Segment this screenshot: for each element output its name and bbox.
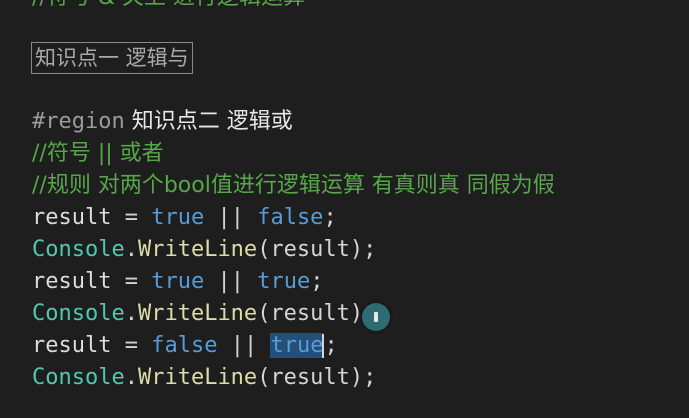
identifier: result bbox=[32, 333, 112, 358]
code-line-6: Console.WriteLine(result); bbox=[32, 362, 376, 394]
operator: = bbox=[111, 205, 152, 230]
class-name: Console bbox=[32, 301, 125, 326]
collapsed-region[interactable]: 知识点一 逻辑与 bbox=[31, 42, 193, 74]
identifier: result bbox=[32, 269, 112, 294]
operator: || bbox=[204, 269, 258, 294]
comment-symbol: //符号 || 或者 bbox=[32, 141, 164, 166]
region-title: 知识点二 逻辑或 bbox=[124, 109, 293, 134]
keyword: false bbox=[151, 333, 218, 358]
operator: = bbox=[111, 269, 152, 294]
identifier: result bbox=[32, 205, 112, 230]
region-directive: #region bbox=[32, 109, 125, 134]
arguments: (result); bbox=[257, 365, 377, 390]
dot: . bbox=[124, 365, 138, 390]
arguments: (result); bbox=[257, 237, 377, 262]
keyword: true bbox=[257, 269, 311, 294]
method-name: WriteLine bbox=[137, 237, 258, 262]
code-line-1: result = true || false; bbox=[32, 202, 337, 234]
keyword: true bbox=[151, 269, 205, 294]
operator: = bbox=[111, 333, 152, 358]
dot: . bbox=[124, 237, 138, 262]
region-line: #region 知识点二 逻辑或 bbox=[32, 106, 293, 138]
lightbulb-icon[interactable] bbox=[362, 303, 390, 331]
semicolon: ; bbox=[323, 205, 337, 230]
class-name: Console bbox=[32, 237, 125, 262]
dot: . bbox=[124, 301, 138, 326]
lightbulb-glyph bbox=[374, 312, 378, 322]
operator: || bbox=[217, 333, 271, 358]
code-line-3: result = true || true; bbox=[32, 266, 323, 298]
code-line-5: result = false || true; bbox=[32, 330, 338, 362]
code-editor[interactable]: //符号 & 关上 进行逻辑运算 知识点一 逻辑与 #region 知识点二 逻… bbox=[0, 0, 689, 418]
keyword: true bbox=[151, 205, 205, 230]
partial-comment-line: //符号 & 关上 进行逻辑运算 bbox=[32, 0, 305, 14]
semicolon: ; bbox=[310, 269, 324, 294]
arguments: (result) bbox=[257, 301, 364, 326]
method-name: WriteLine bbox=[137, 301, 258, 326]
comment-rule: //规则 对两个bool值进行逻辑运算 有真则真 同假为假 bbox=[32, 173, 555, 198]
code-line-4: Console.WriteLine(result); bbox=[32, 298, 376, 330]
code-line-2: Console.WriteLine(result); bbox=[32, 234, 376, 266]
method-name: WriteLine bbox=[137, 365, 258, 390]
operator: || bbox=[204, 205, 258, 230]
class-name: Console bbox=[32, 365, 125, 390]
semicolon: ; bbox=[324, 333, 338, 358]
selected-keyword[interactable]: true bbox=[270, 333, 324, 358]
keyword: false bbox=[257, 205, 324, 230]
